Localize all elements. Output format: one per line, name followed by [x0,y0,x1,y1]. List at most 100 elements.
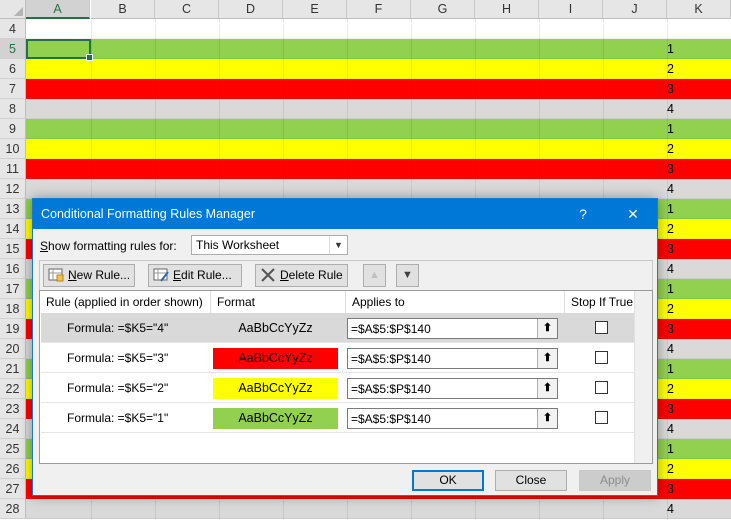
new-rule-button[interactable]: New Rule... [43,264,135,287]
row-cells[interactable] [26,159,731,179]
edit-rule-button[interactable]: Edit Rule... [148,264,242,287]
row-header-14[interactable]: 14 [0,219,26,239]
cell-k-value[interactable]: 3 [667,79,683,99]
column-header-e[interactable]: E [283,0,347,19]
cell-k-value[interactable]: 4 [667,499,683,519]
row-header-13[interactable]: 13 [0,199,26,219]
row-cells[interactable] [26,139,731,159]
rule-row[interactable]: Formula: =$K5="1" AaBbCcYyZz =$A$5:$P$140 ⬆ [41,403,634,433]
cell-k-value[interactable]: 4 [667,99,683,119]
row-header-9[interactable]: 9 [0,119,26,139]
applies-to-field[interactable]: =$A$5:$P$140 ⬆ [347,318,558,339]
row-header-23[interactable]: 23 [0,399,26,419]
applies-to-field[interactable]: =$A$5:$P$140 ⬆ [347,378,558,399]
column-header-h[interactable]: H [475,0,539,19]
cell-k-value[interactable]: 2 [667,299,683,319]
collapse-dialog-icon[interactable]: ⬆ [537,379,557,398]
row-header-17[interactable]: 17 [0,279,26,299]
cell-k-value[interactable]: 4 [667,179,683,199]
row-cells[interactable] [26,179,731,199]
column-header-c[interactable]: C [155,0,219,19]
row-cells[interactable] [26,79,731,99]
row-header-28[interactable]: 28 [0,499,26,519]
row-cells[interactable] [26,19,731,39]
cell-k-value[interactable]: 1 [667,439,683,459]
row-header-22[interactable]: 22 [0,379,26,399]
row-cells[interactable] [26,119,731,139]
stop-if-true-checkbox[interactable] [595,321,608,334]
column-header-k[interactable]: K [667,0,731,19]
column-header-g[interactable]: G [411,0,475,19]
row-cells[interactable] [26,39,731,59]
row-header-4[interactable]: 4 [0,19,26,39]
cell-k-value[interactable]: 3 [667,239,683,259]
column-header-j[interactable]: J [603,0,667,19]
row-header-21[interactable]: 21 [0,359,26,379]
rule-row[interactable]: Formula: =$K5="3" AaBbCcYyZz =$A$5:$P$140 ⬆ [41,343,634,373]
row-header-15[interactable]: 15 [0,239,26,259]
cell-k-value[interactable]: 3 [667,479,683,499]
column-header-f[interactable]: F [347,0,411,19]
cell-k-value[interactable]: 1 [667,279,683,299]
collapse-dialog-icon[interactable]: ⬆ [537,319,557,338]
row-header-5[interactable]: 5 [0,39,26,59]
column-header-i[interactable]: I [539,0,603,19]
stop-if-true-checkbox[interactable] [595,411,608,424]
cell-k-value[interactable]: 2 [667,459,683,479]
vertical-scrollbar[interactable] [634,291,652,463]
row-header-19[interactable]: 19 [0,319,26,339]
row-header-10[interactable]: 10 [0,139,26,159]
show-rules-select[interactable]: This Worksheet ▼ [191,235,348,255]
row-cells[interactable] [26,499,731,519]
column-header-d[interactable]: D [219,0,283,19]
cell-k-value[interactable]: 3 [667,399,683,419]
cell-k-value[interactable]: 1 [667,199,683,219]
row-header-11[interactable]: 11 [0,159,26,179]
delete-rule-button[interactable]: Delete Rule [255,264,348,287]
close-button[interactable]: Close [495,470,567,491]
column-header-a[interactable]: A [26,0,90,19]
cell-k-value[interactable]: 4 [667,419,683,439]
select-all-corner[interactable] [0,0,26,19]
rule-row[interactable]: Formula: =$K5="2" AaBbCcYyZz =$A$5:$P$140 ⬆ [41,373,634,403]
help-button[interactable]: ? [563,199,603,229]
row-header-18[interactable]: 18 [0,299,26,319]
cell-k-value[interactable]: 3 [667,319,683,339]
row-header-8[interactable]: 8 [0,99,26,119]
row-header-20[interactable]: 20 [0,339,26,359]
stop-if-true-checkbox[interactable] [595,381,608,394]
cell-k-value[interactable]: 3 [667,159,683,179]
row-header-27[interactable]: 27 [0,479,26,499]
applies-to-field[interactable]: =$A$5:$P$140 ⬆ [347,348,558,369]
cell-k-value[interactable]: 2 [667,139,683,159]
cell-k-value[interactable]: 2 [667,219,683,239]
collapse-dialog-icon[interactable]: ⬆ [537,349,557,368]
row-header-12[interactable]: 12 [0,179,26,199]
row-header-25[interactable]: 25 [0,439,26,459]
applies-to-field[interactable]: =$A$5:$P$140 ⬆ [347,408,558,429]
cell-k-value[interactable]: 1 [667,359,683,379]
rule-row[interactable]: Formula: =$K5="4" AaBbCcYyZz =$A$5:$P$140 ⬆ [41,313,634,343]
row-cells[interactable] [26,99,731,119]
chevron-down-icon[interactable]: ▼ [329,236,347,254]
collapse-dialog-icon[interactable]: ⬆ [537,409,557,428]
dialog-titlebar[interactable]: Conditional Formatting Rules Manager ? ✕ [33,199,657,229]
cell-k-value[interactable]: 2 [667,59,683,79]
active-cell[interactable] [26,39,93,61]
row-cells[interactable] [26,59,731,79]
stop-if-true-checkbox[interactable] [595,351,608,364]
ok-button[interactable]: OK [412,470,484,491]
cell-k-value[interactable]: 2 [667,379,683,399]
cell-k-value[interactable]: 1 [667,39,683,59]
row-header-16[interactable]: 16 [0,259,26,279]
cell-k-value[interactable]: 1 [667,119,683,139]
row-header-26[interactable]: 26 [0,459,26,479]
apply-button[interactable]: Apply [579,470,651,491]
cell-k-value[interactable]: 4 [667,259,683,279]
close-icon[interactable]: ✕ [613,199,653,229]
row-header-24[interactable]: 24 [0,419,26,439]
move-down-icon[interactable]: ▼ [396,264,419,287]
move-up-icon[interactable]: ▲ [363,264,386,287]
row-header-6[interactable]: 6 [0,59,26,79]
column-header-b[interactable]: B [91,0,155,19]
